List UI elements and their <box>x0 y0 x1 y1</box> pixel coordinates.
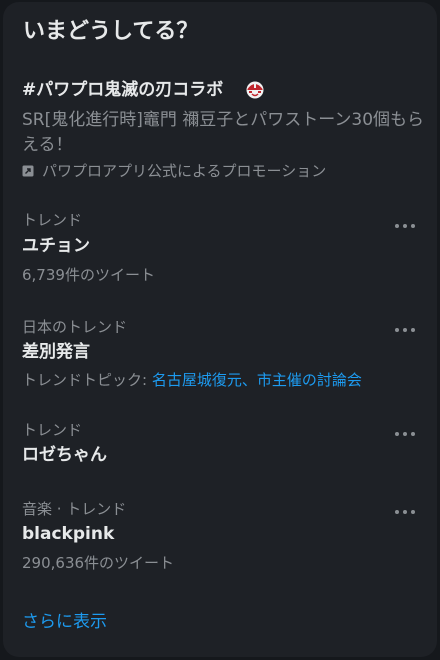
more-options-icon[interactable] <box>391 320 419 340</box>
panel-title: いまどうしてる？ <box>23 19 199 44</box>
promoted-by: パワプロアプリ公式によるプロモーション <box>22 161 326 181</box>
trend-context: 日本のトレンド <box>22 318 128 336</box>
tweet-count: 290,636件のツイート <box>22 554 175 572</box>
promoted-by-label: パワプロアプリ公式によるプロモーション <box>42 162 327 180</box>
trend-name[interactable]: 差別発言 <box>22 340 90 364</box>
tweet-count: 6,739件のツイート <box>22 266 155 284</box>
trend-context: 音楽 · トレンド <box>22 500 127 518</box>
demon-mask-emoji-icon <box>246 81 264 99</box>
show-more-link[interactable]: さらに表示 <box>22 610 107 634</box>
trend-name[interactable]: ロゼちゃん <box>22 443 107 467</box>
trend-topic: トレンドトピック: 名古屋城復元、市主催の討論会 <box>22 370 362 390</box>
trend-name[interactable]: blackpink <box>22 522 114 546</box>
promo-description: SR[鬼化進行時]竈門 禰豆子とパワストーン30個もらえる！ <box>22 110 425 155</box>
more-options-icon[interactable] <box>391 424 419 444</box>
more-options-icon[interactable] <box>391 216 419 236</box>
trend-topic-links[interactable]: 名古屋城復元、市主催の討論会 <box>152 371 362 389</box>
trend-context: トレンド <box>22 421 83 439</box>
more-options-icon[interactable] <box>391 502 419 522</box>
trend-topic-prefix: トレンドトピック: <box>22 371 152 389</box>
promoted-icon <box>22 165 34 177</box>
trend-context: トレンド <box>22 211 83 229</box>
promo-hashtag[interactable]: #パワプロ鬼滅の刃コラボ <box>22 78 223 102</box>
trends-panel: いまどうしてる？ #パワプロ鬼滅の刃コラボ SR[鬼化進行時]竈門 禰豆子とパワ… <box>3 2 437 657</box>
trend-name[interactable]: ユチョン <box>22 234 90 258</box>
